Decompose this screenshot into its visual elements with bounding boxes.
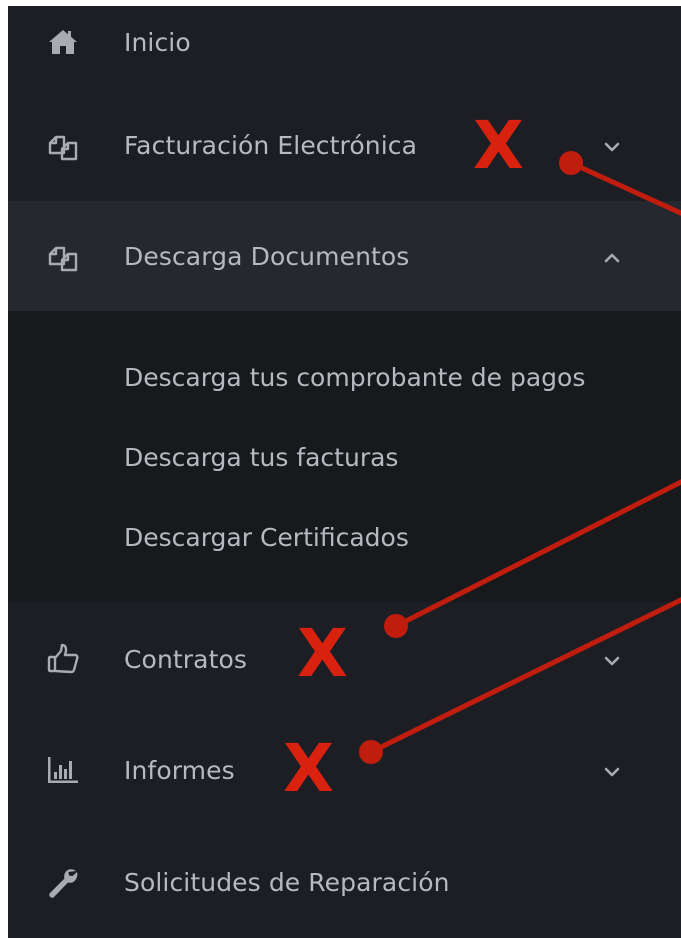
chevron-down-icon[interactable] [600,760,624,784]
chevron-down-icon[interactable] [600,135,624,159]
chevron-down-icon[interactable] [600,649,624,673]
chevron-up-icon[interactable] [600,246,624,270]
submenu-link-facturas[interactable]: Descarga tus facturas [124,441,398,475]
sidebar-item-label: Solicitudes de Reparación [124,868,450,897]
sidebar-item-label: Facturación Electrónica [124,131,418,160]
sidebar-item-solicitudes-reparacion[interactable]: Solicitudes de Reparación [8,822,681,932]
sidebar-nav: Inicio Facturación Electrónica Descarga … [8,6,681,938]
wrench-icon [46,866,80,900]
submenu-link-comprobante-pagos[interactable]: Descarga tus comprobante de pagos [124,361,585,395]
submenu-descarga-documentos: Descarga tus comprobante de pagos Descar… [8,311,681,602]
sidebar-item-label: Inicio [124,28,191,57]
sidebar-item-facturacion-electronica[interactable]: Facturación Electrónica [8,91,681,201]
bar-chart-icon [46,753,80,787]
annotation-x-mark: X [297,615,348,692]
submenu-link-certificados[interactable]: Descargar Certificados [124,521,409,555]
sidebar-item-label: Descarga Documentos [124,242,410,271]
sidebar-item-label: Informes [124,756,235,785]
documents-icon [46,129,80,163]
sidebar-item-label: Contratos [124,645,248,674]
thumbs-up-icon [46,642,80,676]
sidebar-item-informes[interactable]: Informes [8,712,681,822]
documents-icon [46,240,80,274]
home-icon [46,25,80,59]
annotation-x-mark: X [473,107,524,184]
sidebar-item-descarga-documentos[interactable]: Descarga Documentos [8,201,681,311]
sidebar-item-inicio[interactable]: Inicio [8,6,681,94]
annotation-x-mark: X [283,730,334,807]
